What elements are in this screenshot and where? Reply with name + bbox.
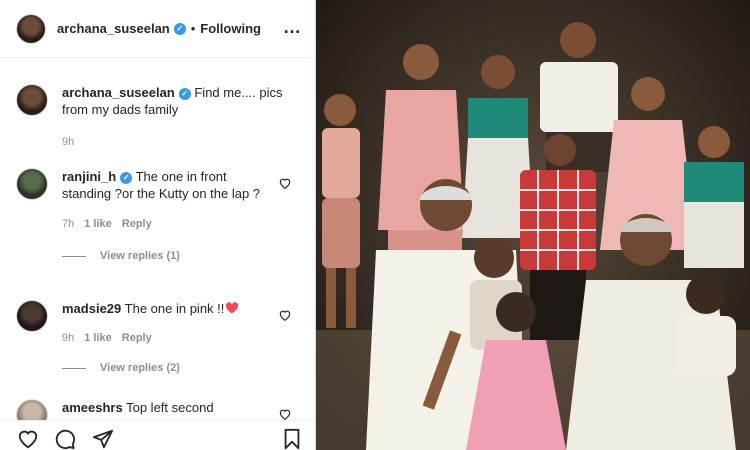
comment-item: madsie29 The one in pink !! 9h 1 like Re…	[16, 300, 316, 374]
following-button[interactable]: Following	[200, 21, 261, 36]
comment-text: Top left second	[126, 400, 214, 415]
red-heart-emoji-icon	[226, 302, 239, 314]
comment-time[interactable]: 7h	[62, 218, 74, 230]
comment-item: ameeshrs Top left second	[16, 399, 316, 431]
caption-avatar[interactable]	[16, 84, 48, 116]
caption-body: archana_suseelan ✓ Find me.... pics from …	[62, 84, 306, 118]
comment-likes[interactable]: 1 like	[84, 218, 112, 230]
comment-username[interactable]: ranjini_h	[62, 169, 116, 184]
comment-text: The one in pink !!	[124, 301, 225, 316]
like-comment-heart-icon[interactable]	[278, 407, 292, 421]
comment-username[interactable]: ameeshrs	[62, 400, 123, 415]
post-photo[interactable]	[316, 0, 750, 450]
post-actions-bar	[0, 420, 316, 450]
comment-username[interactable]: madsie29	[62, 301, 121, 316]
separator-dot: •	[190, 21, 196, 36]
comment-meta: 9h 1 like Reply	[62, 332, 316, 344]
verified-badge-icon: ✓	[173, 22, 186, 35]
view-replies-button[interactable]: View replies (1)	[62, 250, 316, 262]
commenter-avatar[interactable]	[16, 300, 48, 332]
more-options-icon[interactable]: …	[283, 18, 302, 36]
comment-body: ameeshrs Top left second	[62, 399, 272, 416]
comment-icon[interactable]	[54, 428, 76, 450]
verified-badge-icon: ✓	[178, 87, 191, 100]
verified-badge-icon: ✓	[120, 171, 133, 184]
bookmark-icon[interactable]	[281, 428, 303, 450]
post-header: archana_suseelan ✓ • Following …	[0, 0, 316, 58]
comment-time[interactable]: 9h	[62, 332, 74, 344]
commenter-avatar[interactable]	[16, 168, 48, 200]
view-replies-label: View replies (1)	[100, 250, 180, 262]
share-icon[interactable]	[92, 428, 114, 450]
reply-button[interactable]: Reply	[122, 218, 152, 230]
author-username[interactable]: archana_suseelan	[57, 21, 170, 36]
comment-body: ranjini_h ✓ The one in front standing ?or…	[62, 168, 272, 202]
replies-divider-line	[62, 255, 86, 257]
caption-username[interactable]: archana_suseelan	[62, 85, 175, 100]
replies-divider-line	[62, 367, 86, 369]
post-side-panel: archana_suseelan ✓ • Following … archana…	[0, 0, 316, 450]
author-avatar[interactable]	[16, 13, 46, 44]
family-photo-illustration	[316, 0, 750, 450]
post-caption: archana_suseelan ✓ Find me.... pics from …	[16, 84, 306, 148]
view-replies-label: View replies (2)	[100, 362, 180, 374]
caption-time[interactable]: 9h	[62, 136, 306, 148]
reply-button[interactable]: Reply	[122, 332, 152, 344]
heart-icon[interactable]	[17, 428, 39, 450]
comment-item: ranjini_h ✓ The one in front standing ?or…	[16, 168, 316, 262]
comment-meta: 7h 1 like Reply	[62, 218, 316, 230]
comment-likes[interactable]: 1 like	[84, 332, 112, 344]
view-replies-button[interactable]: View replies (2)	[62, 362, 316, 374]
like-comment-heart-icon[interactable]	[278, 176, 292, 190]
like-comment-heart-icon[interactable]	[278, 308, 292, 322]
comment-body: madsie29 The one in pink !!	[62, 300, 272, 317]
